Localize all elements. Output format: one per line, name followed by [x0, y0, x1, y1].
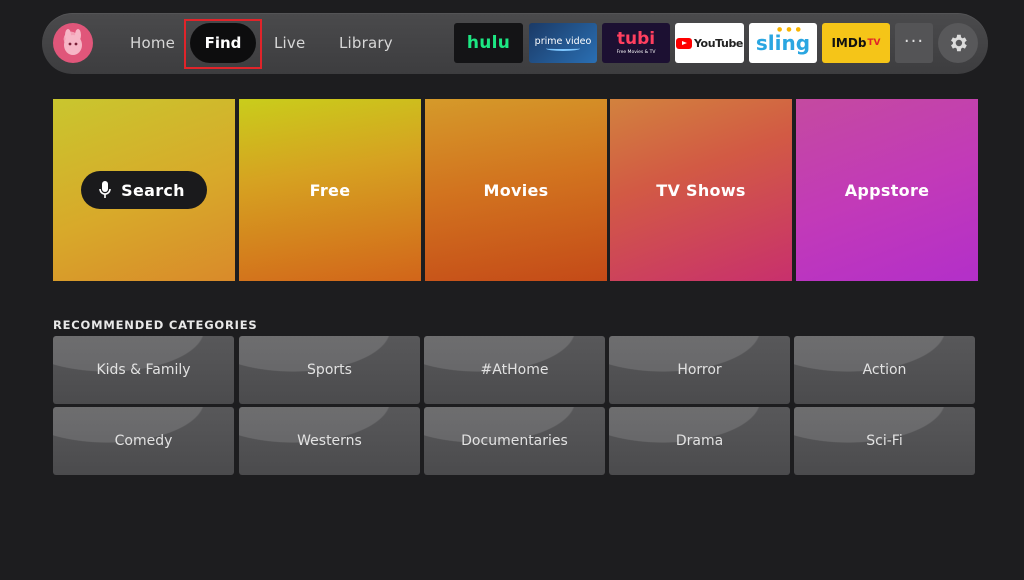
category-tile[interactable]: Horror: [609, 336, 790, 404]
category-label: #AtHome: [480, 362, 549, 378]
category-label: Sports: [307, 362, 352, 378]
search-label: Search: [121, 180, 185, 200]
app-tubi-tagline: Free Movies & TV: [616, 50, 656, 55]
app-youtube-label: YouTube: [693, 36, 743, 50]
app-sling-label: sling: [755, 31, 811, 55]
app-tubi-label: tubi: [616, 29, 656, 49]
category-label: Westerns: [297, 433, 362, 449]
category-label: Comedy: [114, 433, 173, 449]
category-tile[interactable]: Sci-Fi: [794, 407, 975, 475]
hero-free-label: Free: [309, 180, 351, 200]
microphone-icon: [99, 181, 111, 198]
profile-avatar[interactable]: [53, 23, 93, 63]
sling-dots-icon: ● ● ●: [777, 26, 802, 33]
category-label: Horror: [677, 362, 722, 378]
hero-tile-movies[interactable]: Movies: [425, 99, 607, 281]
hero-tile-tv-shows[interactable]: TV Shows: [610, 99, 792, 281]
category-label: Drama: [675, 433, 724, 449]
nav-library[interactable]: Library: [339, 30, 393, 56]
hero-movies-label: Movies: [483, 180, 549, 200]
nav-home[interactable]: Home: [130, 30, 175, 56]
profile-avatar-icon: [64, 29, 82, 55]
nav-live[interactable]: Live: [274, 30, 305, 56]
app-tubi[interactable]: tubi Free Movies & TV: [602, 23, 670, 63]
category-tile[interactable]: Documentaries: [424, 407, 605, 475]
top-nav-bar: Home Find Live Library hulu prime video …: [42, 13, 988, 74]
prime-smile-icon: [546, 46, 580, 51]
category-tile[interactable]: Comedy: [53, 407, 234, 475]
more-icon: ···: [903, 31, 925, 52]
recommended-categories-heading: RECOMMENDED CATEGORIES: [53, 318, 258, 332]
nav-find[interactable]: Find: [190, 23, 256, 63]
hero-tile-search[interactable]: Search: [53, 99, 235, 281]
hero-appstore-label: Appstore: [844, 180, 930, 200]
more-apps-button[interactable]: ···: [895, 23, 933, 63]
app-youtube[interactable]: YouTube: [675, 23, 744, 63]
app-imdb-tv[interactable]: IMDb TV: [822, 23, 890, 63]
category-tile[interactable]: #AtHome: [424, 336, 605, 404]
app-imdb-label: IMDb: [831, 36, 867, 50]
category-tile[interactable]: Action: [794, 336, 975, 404]
category-label: Documentaries: [461, 433, 568, 449]
settings-button[interactable]: [938, 23, 978, 63]
category-tile[interactable]: Kids & Family: [53, 336, 234, 404]
category-label: Sci-Fi: [866, 433, 903, 449]
app-hulu[interactable]: hulu: [454, 23, 523, 63]
app-prime-video[interactable]: prime video: [529, 23, 597, 63]
gear-icon: [951, 34, 967, 52]
hero-tv-shows-label: TV Shows: [656, 180, 746, 200]
youtube-play-icon: [675, 37, 692, 49]
app-hulu-label: hulu: [466, 33, 511, 53]
category-tile[interactable]: Sports: [239, 336, 420, 404]
category-label: Kids & Family: [96, 362, 191, 378]
hero-tile-free[interactable]: Free: [239, 99, 421, 281]
fire-tv-home-screen: Home Find Live Library hulu prime video …: [0, 0, 1024, 580]
search-button[interactable]: Search: [81, 171, 207, 209]
hero-tile-appstore[interactable]: Appstore: [796, 99, 978, 281]
app-prime-video-label: prime video: [534, 35, 592, 47]
category-tile[interactable]: Westerns: [239, 407, 420, 475]
app-imdb-tv-suffix: TV: [867, 38, 881, 48]
app-sling[interactable]: ● ● ● sling: [749, 23, 817, 63]
category-tile[interactable]: Drama: [609, 407, 790, 475]
category-label: Action: [862, 362, 907, 378]
